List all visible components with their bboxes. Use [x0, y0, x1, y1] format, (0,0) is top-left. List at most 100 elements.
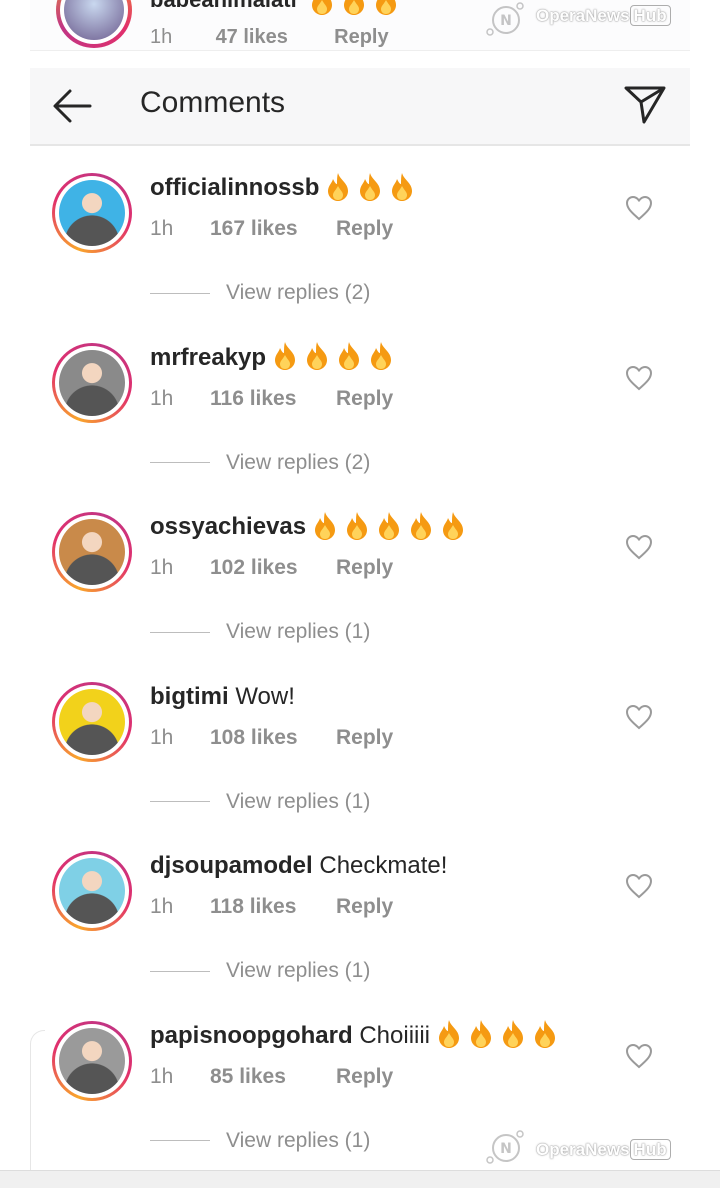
- comment-likes[interactable]: 85 likes: [210, 1065, 336, 1089]
- heart-icon[interactable]: [625, 534, 653, 560]
- comment-time: 1h: [150, 895, 174, 918]
- arrow-left-icon[interactable]: [48, 82, 96, 130]
- comment-likes[interactable]: 167 likes: [210, 217, 336, 241]
- comment-username[interactable]: bigtimi: [150, 683, 229, 710]
- view-replies-link[interactable]: View replies (2): [150, 281, 370, 305]
- reply-thread-line: [30, 1030, 45, 1171]
- fire-emoji-icon: [535, 1020, 556, 1049]
- comment-meta: 1h 108 likes Reply: [150, 726, 393, 750]
- avatar[interactable]: [56, 0, 132, 48]
- reply-button[interactable]: Reply: [334, 26, 388, 48]
- avatar[interactable]: [52, 342, 132, 423]
- comment-time: 1h: [150, 556, 174, 579]
- divider: [150, 1140, 210, 1142]
- fire-emojis: [266, 341, 394, 375]
- comment-likes[interactable]: 102 likes: [210, 556, 336, 580]
- fire-emojis: [430, 1019, 558, 1053]
- reply-button[interactable]: Reply: [336, 217, 393, 240]
- comment-username[interactable]: djsoupamodel: [150, 852, 313, 879]
- paper-plane-icon[interactable]: [620, 78, 670, 128]
- comment-body: mrfreakyp: [150, 341, 394, 376]
- fire-emoji-icon: [315, 511, 336, 540]
- comment-message: Choiiiii: [359, 1021, 431, 1049]
- view-replies-link[interactable]: View replies (1): [150, 959, 370, 983]
- avatar[interactable]: [52, 681, 132, 762]
- avatar-photo: [59, 519, 125, 585]
- bottom-edge: [0, 1170, 720, 1188]
- reply-button[interactable]: Reply: [336, 387, 393, 410]
- view-replies-link[interactable]: View replies (2): [150, 451, 370, 475]
- heart-icon[interactable]: [625, 704, 653, 730]
- fire-emoji-icon: [360, 172, 381, 201]
- reply-button[interactable]: Reply: [336, 556, 393, 579]
- comment-body: papisnoopgohard Choiiiii: [150, 1019, 558, 1054]
- divider: [150, 292, 210, 294]
- comment-likes[interactable]: 116 likes: [210, 387, 336, 411]
- comment-username[interactable]: officialinnossb: [150, 174, 319, 201]
- reply-button[interactable]: Reply: [336, 895, 393, 918]
- avatar[interactable]: [52, 1020, 132, 1101]
- fire-emoji-icon: [471, 1020, 492, 1049]
- divider: [150, 970, 210, 972]
- comment-time: 1h: [150, 26, 173, 48]
- comment-item: mrfreakyp 1h 116 likes Reply View replies (2…: [0, 335, 720, 505]
- fire-emoji-icon: [328, 172, 349, 201]
- fire-emoji-icon: [411, 511, 432, 540]
- svg-text:N: N: [500, 1141, 512, 1157]
- watermark: OperaNews Hub: [536, 5, 671, 26]
- comment-body: bigtimi Wow!: [150, 680, 295, 714]
- fire-emoji-icon: [443, 511, 464, 540]
- avatar[interactable]: [52, 173, 132, 253]
- operanews-logo-icon: N: [486, 2, 524, 36]
- divider: [150, 462, 210, 464]
- fire-emoji-icon: [371, 342, 392, 371]
- heart-icon[interactable]: [625, 1043, 653, 1069]
- comment-likes[interactable]: 108 likes: [210, 726, 336, 750]
- view-replies-link[interactable]: View replies (1): [150, 620, 370, 644]
- avatar[interactable]: [52, 512, 132, 592]
- comment-username[interactable]: mrfreakyp: [150, 344, 266, 371]
- reply-button[interactable]: Reply: [336, 1065, 393, 1088]
- view-replies-label: View replies (1): [226, 1128, 371, 1152]
- divider: [150, 631, 210, 633]
- comment-item: djsoupamodel Checkmate! 1h 118 likes Reply V…: [0, 843, 720, 1013]
- comment-item: ossyachievas 1h 102 likes Reply View replies…: [0, 504, 720, 674]
- fire-emojis: [319, 172, 415, 206]
- fire-emojis: [303, 0, 399, 16]
- comment-item: officialinnossb 1h 167 likes Reply View repl…: [0, 165, 720, 335]
- fire-emoji-icon: [375, 0, 396, 15]
- comments-header: Comments: [30, 68, 690, 146]
- fire-emoji-icon: [307, 342, 328, 371]
- avatar[interactable]: [52, 851, 132, 931]
- avatar-photo: [59, 180, 125, 246]
- comment-username[interactable]: ossyachievas: [150, 513, 306, 540]
- comment-meta: 1h 118 likes Reply: [150, 895, 393, 919]
- fire-emoji-icon: [275, 342, 296, 371]
- comment-time: 1h: [150, 725, 174, 749]
- fire-emoji-icon: [392, 172, 413, 201]
- heart-icon[interactable]: [625, 195, 653, 221]
- divider: [150, 801, 210, 803]
- avatar-photo: [59, 1027, 125, 1094]
- comment-body: ossyachievas: [150, 510, 466, 545]
- avatar-photo: [59, 349, 125, 416]
- heart-icon[interactable]: [625, 873, 653, 899]
- fire-emoji-icon: [439, 1020, 460, 1049]
- comment-time: 1h: [150, 1064, 174, 1088]
- view-replies-link[interactable]: View replies (1): [150, 1129, 370, 1153]
- comment-likes[interactable]: 47 likes: [216, 26, 329, 49]
- view-replies-label: View replies (2): [226, 281, 371, 304]
- comment-likes[interactable]: 118 likes: [210, 895, 336, 919]
- fire-emoji-icon: [503, 1020, 524, 1049]
- avatar-photo: [59, 688, 125, 755]
- view-replies-link[interactable]: View replies (1): [150, 790, 370, 814]
- operanews-logo-icon: N: [486, 1130, 524, 1164]
- comment-username[interactable]: babeanimalati: [150, 0, 399, 16]
- comment-meta: 1h 102 likes Reply: [150, 556, 393, 580]
- avatar-photo: [59, 858, 125, 924]
- reply-button[interactable]: Reply: [336, 726, 393, 749]
- fire-emoji-icon: [311, 0, 332, 15]
- heart-icon[interactable]: [625, 365, 653, 391]
- comment-meta: 1h 167 likes Reply: [150, 217, 393, 241]
- comment-username[interactable]: papisnoopgohard: [150, 1022, 353, 1049]
